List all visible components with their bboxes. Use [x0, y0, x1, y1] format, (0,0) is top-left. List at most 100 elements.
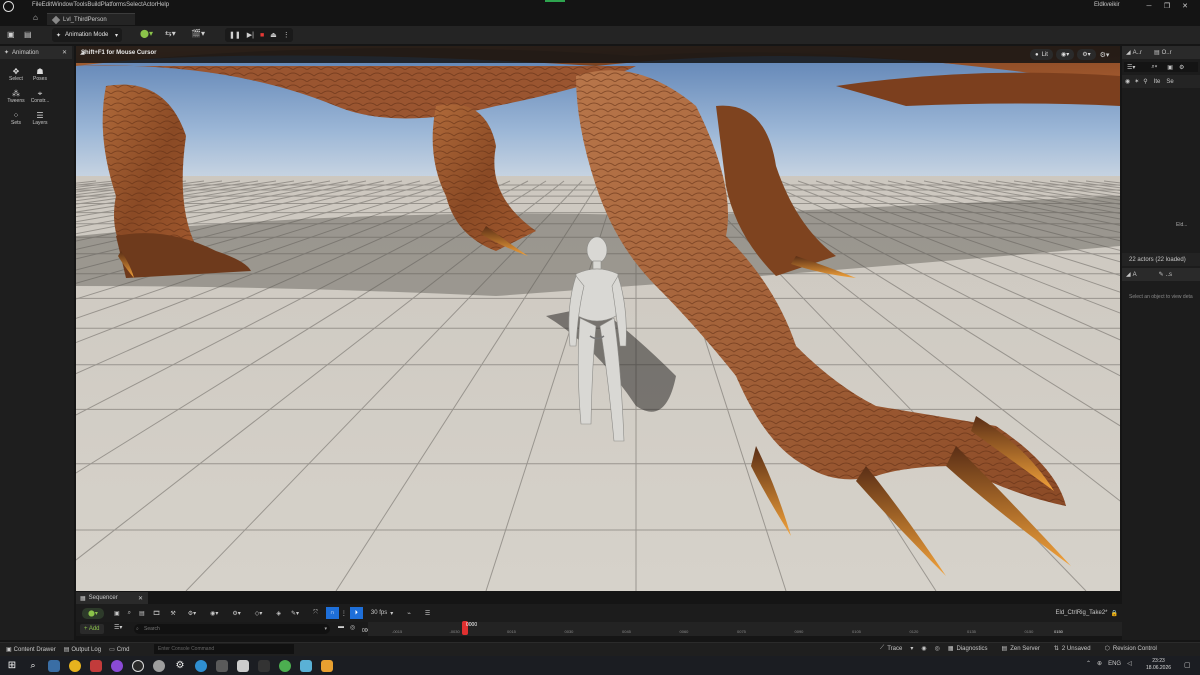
- tab-level[interactable]: Lvl_ThirdPerson: [47, 13, 135, 25]
- snap-icon[interactable]: ◈: [276, 610, 281, 617]
- zen-server-button[interactable]: Zen Server: [1010, 646, 1040, 652]
- pause-icon[interactable]: ❚❚: [229, 31, 241, 39]
- content-browser-icon[interactable]: ▤: [24, 30, 32, 39]
- photos-icon[interactable]: [300, 659, 312, 672]
- view-icon[interactable]: ◉▾: [210, 610, 218, 617]
- chevron-up-icon[interactable]: ⌃: [1086, 660, 1091, 667]
- search-icon[interactable]: ⌕▾: [1151, 64, 1157, 71]
- timeline-ruler[interactable]: -0015 -0030 0015 0030 0045 0060 0075 0090 0105 01…: [368, 622, 1122, 636]
- home-icon[interactable]: ⌂: [33, 13, 38, 22]
- search-icon[interactable]: ⌕: [27, 660, 39, 672]
- save-icon[interactable]: ▣: [114, 610, 120, 617]
- tab-outliner-2[interactable]: O..r: [1162, 50, 1172, 56]
- world-icon[interactable]: ⬤▾: [82, 607, 104, 619]
- settings-gear-icon[interactable]: ⚙▾: [1100, 51, 1110, 59]
- lock-icon[interactable]: ⚲: [1143, 78, 1147, 85]
- list-icon[interactable]: ☰: [425, 610, 430, 617]
- language-indicator[interactable]: ENG: [1108, 661, 1121, 667]
- save-icon[interactable]: ▣: [7, 30, 15, 39]
- unreal-engine-icon[interactable]: [132, 659, 144, 672]
- curve-editor-icon[interactable]: ⌁: [407, 610, 411, 617]
- output-log-button[interactable]: Output Log: [71, 647, 101, 653]
- more-options-icon[interactable]: ⋮: [341, 610, 347, 617]
- camera-icon[interactable]: ◉: [921, 645, 926, 652]
- diagnostics-button[interactable]: Diagnostics: [957, 646, 988, 652]
- unreal-logo-icon[interactable]: [3, 1, 14, 12]
- render-icon[interactable]: ▤: [139, 610, 145, 617]
- console-command-input[interactable]: Enter Console Command: [154, 644, 294, 654]
- add-actor-icon[interactable]: ⬤▾: [140, 29, 153, 38]
- keyframe-icon[interactable]: ▬: [338, 624, 344, 630]
- chat-app-icon[interactable]: [111, 659, 123, 672]
- transform-icon[interactable]: ⚙▾: [188, 610, 196, 617]
- loop-icon[interactable]: ◎: [350, 624, 355, 631]
- pin-icon[interactable]: ✶: [1134, 78, 1139, 85]
- trace-button[interactable]: Trace: [887, 646, 902, 652]
- menu-help[interactable]: Help: [157, 2, 169, 8]
- curve-icon[interactable]: ✎▾: [291, 610, 299, 617]
- close-icon[interactable]: ✕: [138, 595, 143, 602]
- fps-dropdown[interactable]: 30 fps: [371, 610, 387, 616]
- tool-tweens[interactable]: ⁂ Tweens: [4, 88, 28, 106]
- column-label[interactable]: Ite: [1154, 79, 1161, 85]
- lit-mode-dropdown[interactable]: ● Lit: [1030, 49, 1053, 60]
- visibility-eye-icon[interactable]: ◉: [1125, 78, 1130, 85]
- stop-icon[interactable]: ■: [260, 32, 264, 39]
- edge-browser-icon[interactable]: [195, 659, 207, 672]
- magnet-icon[interactable]: ∩: [325, 607, 339, 619]
- volume-icon[interactable]: ◁: [1127, 660, 1132, 667]
- menu-file[interactable]: File: [32, 2, 42, 8]
- windows-start-icon[interactable]: ⊞: [6, 660, 18, 672]
- actions-icon[interactable]: ⚒: [170, 610, 175, 617]
- auto-key-icon[interactable]: ⏵: [349, 607, 363, 619]
- menu-platforms[interactable]: Platforms: [101, 2, 126, 8]
- creative-app-icon[interactable]: [321, 659, 333, 672]
- media-app-icon[interactable]: [90, 659, 102, 672]
- menu-actor[interactable]: Actor: [143, 2, 157, 8]
- cinematics-icon[interactable]: 🎬▾: [191, 29, 205, 38]
- sequence-name[interactable]: Eld_CtrlRig_Take2*: [1055, 610, 1107, 616]
- tool-constraints[interactable]: ⌖ Constr...: [28, 88, 52, 106]
- maximize-icon[interactable]: ❐: [1158, 0, 1176, 12]
- cursor-icon[interactable]: ⤧: [313, 610, 318, 617]
- show-flags-dropdown[interactable]: ◉▾: [1055, 49, 1075, 60]
- menu-window[interactable]: Window: [52, 2, 73, 8]
- clock[interactable]: 23:23 18.06.2026: [1146, 658, 1171, 672]
- notepad-icon[interactable]: [237, 659, 249, 672]
- step-icon[interactable]: ▶|: [247, 31, 254, 39]
- menu-edit[interactable]: Edit: [42, 2, 52, 8]
- tab-details-2[interactable]: ..s: [1166, 272, 1172, 278]
- tab-outliner[interactable]: A..r: [1133, 50, 1142, 56]
- eject-icon[interactable]: ⏏: [270, 31, 277, 39]
- file-explorer-icon[interactable]: [48, 659, 60, 672]
- app-icon[interactable]: [216, 659, 228, 672]
- menu-select[interactable]: Select: [126, 2, 143, 8]
- cmd-button[interactable]: Cmd: [117, 647, 130, 653]
- blueprint-icon[interactable]: ⇆▾: [165, 29, 176, 38]
- more-options-icon[interactable]: ⋮: [283, 31, 290, 39]
- content-drawer-button[interactable]: Content Drawer: [14, 647, 56, 653]
- tool-poses[interactable]: ☗ Poses: [28, 66, 52, 84]
- close-icon[interactable]: ✕: [62, 49, 67, 56]
- tab-details[interactable]: A: [1133, 272, 1137, 278]
- find-icon[interactable]: ⌕: [128, 610, 131, 617]
- scalability-dropdown[interactable]: ⚙▾: [1077, 49, 1096, 60]
- settings-gear-icon[interactable]: ⚙: [174, 660, 186, 672]
- outliner-row-text[interactable]: Eld...: [1176, 222, 1187, 228]
- tool-sets[interactable]: ⁘ Sets: [4, 110, 28, 128]
- chrome-browser-icon[interactable]: [279, 659, 291, 672]
- level-viewport[interactable]: [76, 46, 1120, 591]
- filter-icon[interactable]: ☰▾: [1127, 64, 1135, 71]
- epic-launcher-icon[interactable]: [153, 659, 165, 672]
- tab-sequencer[interactable]: ▦ Sequencer ✕: [76, 592, 148, 604]
- filter-icon[interactable]: ☰▾: [114, 624, 122, 631]
- folder-icon[interactable]: ▣: [1167, 64, 1173, 71]
- revision-control-button[interactable]: Revision Control: [1113, 646, 1157, 652]
- animation-mode-dropdown[interactable]: ✦ Animation Mode ▾: [52, 28, 122, 42]
- tab-animation[interactable]: ✦ Animation ✕: [0, 46, 72, 59]
- key-icon[interactable]: ◇▾: [255, 610, 263, 617]
- close-icon[interactable]: ✕: [1176, 0, 1194, 12]
- minimize-icon[interactable]: ─: [1140, 0, 1158, 12]
- notification-icon[interactable]: ▢: [1184, 661, 1191, 669]
- sequencer-search-input[interactable]: ⌕ Search ▾: [134, 624, 330, 634]
